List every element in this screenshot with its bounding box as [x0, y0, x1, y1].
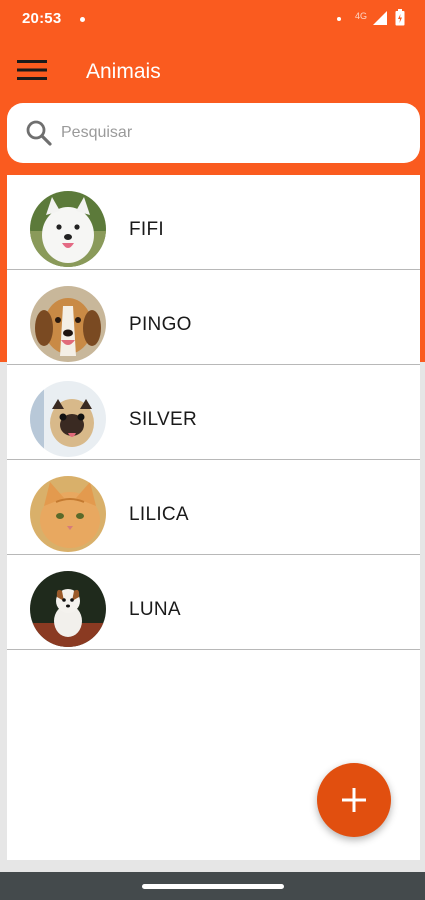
add-animal-button[interactable]	[317, 763, 391, 837]
system-nav-bar	[0, 872, 425, 900]
hamburger-menu-icon	[17, 60, 47, 80]
animal-list: FIFI PINGO SILVER LILICA LUNA	[7, 175, 420, 860]
menu-button[interactable]	[12, 52, 52, 88]
list-item[interactable]: LILICA	[7, 460, 420, 555]
list-item[interactable]: LUNA	[7, 555, 420, 650]
list-item[interactable]: SILVER	[7, 365, 420, 460]
notification-dot-icon	[80, 17, 85, 22]
animal-name: SILVER	[129, 409, 197, 430]
animal-photo	[30, 476, 106, 552]
animal-name: FIFI	[129, 219, 164, 240]
animal-photo	[30, 571, 106, 647]
list-item[interactable]: PINGO	[7, 270, 420, 365]
network-type: 4G	[355, 11, 368, 21]
page-title: Animais	[86, 60, 161, 83]
home-gesture-handle[interactable]	[142, 884, 284, 889]
search-bar[interactable]	[7, 103, 420, 163]
animal-name: LILICA	[129, 504, 189, 525]
list-item[interactable]: FIFI	[7, 175, 420, 270]
plus-icon	[342, 788, 366, 812]
animal-photo	[30, 381, 106, 457]
animal-photo	[30, 191, 106, 267]
animal-name: LUNA	[129, 599, 181, 620]
battery-icon	[395, 9, 405, 31]
status-time: 20:53	[22, 10, 62, 27]
app-bar: Animais	[0, 38, 425, 104]
notification-dot-icon	[337, 17, 341, 21]
status-bar: 20:53 4G	[0, 0, 425, 38]
search-input[interactable]	[61, 113, 401, 153]
animal-name: PINGO	[129, 314, 192, 335]
animal-photo	[30, 286, 106, 362]
signal-icon	[372, 10, 388, 31]
search-icon	[25, 119, 53, 152]
